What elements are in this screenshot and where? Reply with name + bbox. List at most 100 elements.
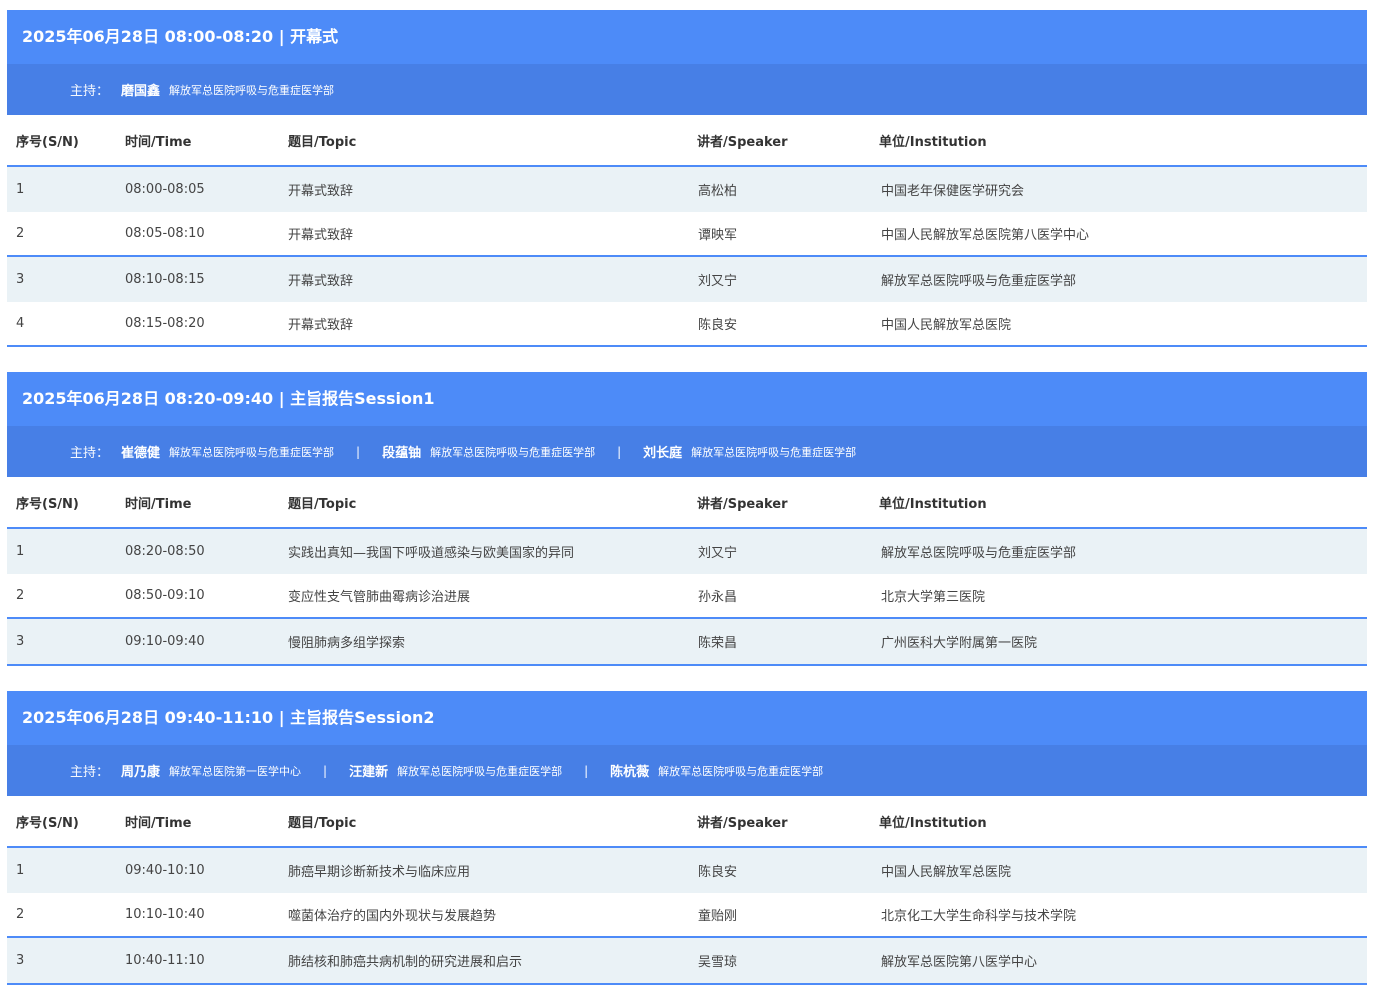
table-row: 2 10:10-10:40 噬菌体治疗的国内外现状与发展趋势 童贻刚 北京化工大…	[7, 893, 1367, 938]
cell-time: 08:00-08:05	[125, 182, 205, 197]
host-name: 段蕴铀	[382, 446, 422, 461]
cell-sn: 2	[16, 226, 25, 241]
session-keynote-1: 2025年06月28日 08:20-09:40 | 主旨报告Session1 主…	[7, 372, 1367, 666]
session-title: 2025年06月28日 08:20-09:40 | 主旨报告Session1	[7, 372, 1367, 426]
cell-sn: 3	[16, 634, 25, 649]
host: 段蕴铀 解放军总医院呼吸与危重症医学部	[382, 442, 596, 462]
host-institution: 解放军总医院呼吸与危重症医学部	[691, 445, 857, 459]
host-bar: 主持： 崔德健 解放军总医院呼吸与危重症医学部 | 段蕴铀 解放军总医院呼吸与危…	[7, 426, 1367, 477]
cell-speaker: 刘又宁	[698, 274, 738, 289]
host: 刘长庭 解放军总医院呼吸与危重症医学部	[643, 442, 857, 462]
cell-sn: 2	[16, 588, 25, 603]
cell-time: 09:10-09:40	[125, 634, 205, 649]
cell-sn: 4	[16, 316, 25, 331]
host-bar: 主持： 磨国鑫 解放军总医院呼吸与危重症医学部	[7, 64, 1367, 115]
host: 汪建新 解放军总医院呼吸与危重症医学部	[349, 761, 563, 781]
cell-institution: 中国人民解放军总医院	[881, 318, 1012, 333]
host-institution: 解放军总医院呼吸与危重症医学部	[658, 764, 824, 778]
cell-sn: 3	[16, 272, 25, 287]
cell-institution: 中国人民解放军总医院第八医学中心	[881, 228, 1090, 243]
cell-sn: 3	[16, 953, 25, 968]
header-sn: 序号(S/N)	[16, 815, 79, 831]
cell-time: 09:40-10:10	[125, 863, 205, 878]
cell-topic: 肺结核和肺癌共病机制的研究进展和启示	[288, 955, 523, 970]
cell-time: 08:10-08:15	[125, 272, 205, 287]
cell-speaker: 高松柏	[698, 184, 738, 199]
cell-time: 08:20-08:50	[125, 544, 205, 559]
host: 陈杭薇 解放军总医院呼吸与危重症医学部	[610, 761, 824, 781]
cell-speaker: 孙永昌	[698, 590, 738, 605]
table-row: 1 08:20-08:50 实践出真知—我国下呼吸道感染与欧美国家的异同 刘又宁…	[7, 529, 1367, 574]
cell-time: 10:40-11:10	[125, 953, 205, 968]
host-institution: 解放军总医院呼吸与危重症医学部	[397, 764, 563, 778]
header-topic: 题目/Topic	[288, 134, 357, 150]
table-row: 3 10:40-11:10 肺结核和肺癌共病机制的研究进展和启示 吴雪琼 解放军…	[7, 938, 1367, 985]
host-institution: 解放军总医院呼吸与危重症医学部	[169, 445, 335, 459]
session-keynote-2: 2025年06月28日 09:40-11:10 | 主旨报告Session2 主…	[7, 691, 1367, 985]
table-row: 3 08:10-08:15 开幕式致辞 刘又宁 解放军总医院呼吸与危重症医学部	[7, 257, 1367, 302]
cell-speaker: 吴雪琼	[698, 955, 738, 970]
table-row: 1 08:00-08:05 开幕式致辞 高松柏 中国老年保健医学研究会	[7, 167, 1367, 212]
host-name: 刘长庭	[643, 446, 683, 461]
table-row: 4 08:15-08:20 开幕式致辞 陈良安 中国人民解放军总医院	[7, 302, 1367, 347]
cell-sn: 1	[16, 544, 25, 559]
cell-time: 08:05-08:10	[125, 226, 205, 241]
cell-speaker: 谭映军	[698, 228, 738, 243]
cell-time: 08:15-08:20	[125, 316, 205, 331]
agenda: 2025年06月28日 08:00-08:20 | 开幕式 主持： 磨国鑫 解放…	[7, 10, 1367, 985]
cell-speaker: 刘又宁	[698, 546, 738, 561]
header-time: 时间/Time	[125, 815, 192, 831]
table-header: 序号(S/N) 时间/Time 题目/Topic 讲者/Speaker 单位/I…	[7, 477, 1367, 529]
header-sn: 序号(S/N)	[16, 134, 79, 150]
header-institution: 单位/Institution	[879, 815, 987, 831]
table-row: 1 09:40-10:10 肺癌早期诊断新技术与临床应用 陈良安 中国人民解放军…	[7, 848, 1367, 893]
cell-topic: 慢阻肺病多组学探索	[288, 636, 406, 651]
cell-speaker: 童贻刚	[698, 909, 738, 924]
host-name: 周乃康	[121, 765, 161, 780]
cell-institution: 解放军总医院第八医学中心	[881, 955, 1038, 970]
cell-speaker: 陈荣昌	[698, 636, 738, 651]
cell-sn: 1	[16, 863, 25, 878]
table-header: 序号(S/N) 时间/Time 题目/Topic 讲者/Speaker 单位/I…	[7, 115, 1367, 167]
host-separator: |	[323, 763, 328, 778]
cell-speaker: 陈良安	[698, 865, 738, 880]
host: 崔德健 解放军总医院呼吸与危重症医学部	[121, 442, 335, 462]
host-institution: 解放军总医院呼吸与危重症医学部	[169, 83, 335, 97]
cell-topic: 变应性支气管肺曲霉病诊治进展	[288, 590, 471, 605]
host-bar: 主持： 周乃康 解放军总医院第一医学中心 | 汪建新 解放军总医院呼吸与危重症医…	[7, 745, 1367, 796]
host-name: 汪建新	[349, 765, 389, 780]
table-row: 2 08:50-09:10 变应性支气管肺曲霉病诊治进展 孙永昌 北京大学第三医…	[7, 574, 1367, 619]
header-topic: 题目/Topic	[288, 496, 357, 512]
host-label: 主持：	[70, 446, 110, 461]
cell-topic: 肺癌早期诊断新技术与临床应用	[288, 865, 471, 880]
cell-topic: 开幕式致辞	[288, 274, 354, 289]
host-institution: 解放军总医院第一医学中心	[169, 764, 302, 778]
header-time: 时间/Time	[125, 134, 192, 150]
cell-institution: 解放军总医院呼吸与危重症医学部	[881, 546, 1077, 561]
cell-topic: 开幕式致辞	[288, 318, 354, 333]
host-label: 主持：	[70, 765, 110, 780]
session-title: 2025年06月28日 08:00-08:20 | 开幕式	[7, 10, 1367, 64]
cell-topic: 开幕式致辞	[288, 184, 354, 199]
cell-institution: 广州医科大学附属第一医院	[881, 636, 1038, 651]
host-label: 主持：	[70, 84, 110, 99]
session-opening: 2025年06月28日 08:00-08:20 | 开幕式 主持： 磨国鑫 解放…	[7, 10, 1367, 347]
host-separator: |	[617, 444, 622, 459]
session-title: 2025年06月28日 09:40-11:10 | 主旨报告Session2	[7, 691, 1367, 745]
cell-topic: 噬菌体治疗的国内外现状与发展趋势	[288, 909, 497, 924]
cell-institution: 中国人民解放军总医院	[881, 865, 1012, 880]
cell-sn: 1	[16, 182, 25, 197]
host-name: 磨国鑫	[121, 84, 161, 99]
cell-time: 10:10-10:40	[125, 907, 205, 922]
cell-topic: 开幕式致辞	[288, 228, 354, 243]
table-row: 3 09:10-09:40 慢阻肺病多组学探索 陈荣昌 广州医科大学附属第一医院	[7, 619, 1367, 666]
cell-institution: 解放军总医院呼吸与危重症医学部	[881, 274, 1077, 289]
host-institution: 解放军总医院呼吸与危重症医学部	[430, 445, 596, 459]
header-speaker: 讲者/Speaker	[697, 815, 788, 831]
host-separator: |	[584, 763, 589, 778]
host: 周乃康 解放军总医院第一医学中心	[121, 761, 302, 781]
cell-topic: 实践出真知—我国下呼吸道感染与欧美国家的异同	[288, 546, 575, 561]
header-institution: 单位/Institution	[879, 496, 987, 512]
